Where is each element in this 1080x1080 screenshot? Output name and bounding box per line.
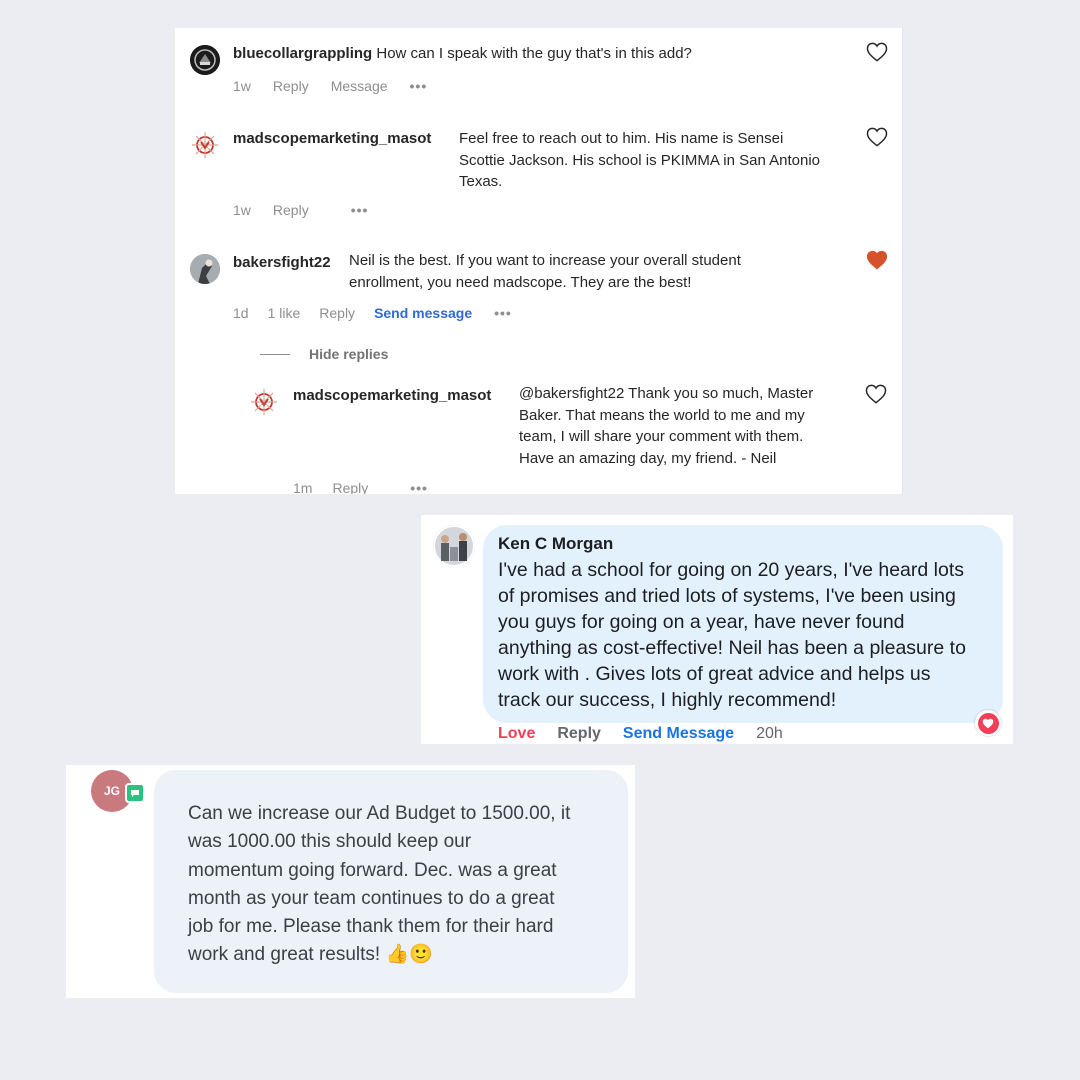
more-options-icon[interactable]: ••• [351,202,369,218]
message-text-line: momentum going forward. Dec. was a great [188,859,557,881]
divider [260,353,290,355]
love-button[interactable]: Love [498,725,535,743]
comment-text-line: enrollment, you need madscope. They are … [349,273,692,291]
timestamp: 1m [293,480,313,494]
comment-text-line: bluecollargrappling How can I speak with… [233,43,853,65]
avatar[interactable] [249,387,279,417]
avatar[interactable] [190,130,220,160]
reply-button[interactable]: Reply [557,725,601,743]
send-message-button[interactable]: Send message [374,305,472,321]
timestamp: 1d [233,305,249,321]
message-text-line: job for me. Please thank them for their … [188,916,554,938]
comment-text-line: you guys for going on a year, have never… [498,611,905,633]
avatar[interactable] [190,254,220,284]
facebook-comment-panel: Ken C Morgan I've had a school for going… [421,515,1013,744]
comment-text: Feel free to reach out to him. His name … [459,128,869,193]
timestamp: 1w [233,202,251,218]
more-options-icon[interactable]: ••• [410,78,428,94]
likes-count[interactable]: 1 like [268,305,301,321]
avatar-initials: JG [103,784,120,798]
comment-text-line: track our success, I highly recommend! [498,689,837,711]
comment-meta: 1w Reply Message ••• [233,78,449,94]
avatar[interactable] [190,45,220,75]
instagram-comments-panel: bluecollargrappling How can I speak with… [175,28,903,494]
reply-button[interactable]: Reply [273,78,309,94]
comment-meta: 1d 1 like Reply Send message ••• [233,305,534,321]
reply-button[interactable]: Reply [332,480,368,494]
message-bubble: Can we increase our Ad Budget to 1500.00… [154,770,628,993]
username[interactable]: madscopemarketing_masot [293,385,491,407]
comment-text-line: Neil is the best. If you want to increas… [349,252,741,269]
comment-text: I've had a school for going on 20 years,… [498,557,998,713]
comment-text-line: team, I will share your comment with the… [519,428,804,445]
send-message-button[interactable]: Send Message [623,725,734,743]
chat-bubble-icon [125,783,145,803]
comment-text-line: anything as cost-effective! Neil has bee… [498,637,966,659]
like-heart-icon[interactable] [865,384,887,404]
message-button[interactable]: Message [331,78,388,94]
hide-replies-toggle[interactable]: Hide replies [260,346,388,362]
comment-text-line: work with . Gives lots of great advice a… [498,663,931,685]
comment-bubble: Ken C Morgan I've had a school for going… [483,525,1003,723]
comment-text-line: Have an amazing day, my friend. - Neil [519,449,777,467]
comment-text-line: I've had a school for going on 20 years,… [498,559,964,581]
comment-meta: 1m Reply ••• [293,480,450,494]
hide-replies-label[interactable]: Hide replies [309,346,388,362]
username[interactable]: bakersfight22 [233,252,331,274]
comment-text: How can I speak with the guy that's in t… [376,45,692,62]
like-heart-icon[interactable] [866,42,888,62]
message-text-line: was 1000.00 this should keep our [188,831,472,853]
liked-heart-icon[interactable] [866,250,888,270]
avatar[interactable] [433,525,475,567]
message-text-line: month as your team continues to do a gre… [188,887,555,909]
more-options-icon[interactable]: ••• [494,305,512,321]
username[interactable]: madscopemarketing_masot [233,128,431,150]
love-reaction-badge[interactable] [975,710,1001,736]
more-options-icon[interactable]: ••• [410,480,428,494]
comment-text: Neil is the best. If you want to increas… [349,250,849,293]
message-text-line: work and great results! 👍🙂 [188,944,433,966]
comment-text-line: Baker. That means the world to me and my [519,406,805,424]
reply-button[interactable]: Reply [273,202,309,218]
message-text: Can we increase our Ad Budget to 1500.00… [188,800,608,970]
comment-actions: Love Reply Send Message 20h [498,725,805,743]
comment-text-line: Feel free to reach out to him. His name … [459,130,784,147]
message-text-line: Can we increase our Ad Budget to 1500.00… [188,803,571,824]
username[interactable]: bluecollargrappling [233,45,372,62]
timestamp: 20h [756,725,783,742]
comment-text-line: Scottie Jackson. His school is PKIMMA in… [459,151,821,169]
comment-meta: 1w Reply ••• [233,202,390,218]
heart-icon [977,712,999,734]
comment-text-line: Texas. [459,173,503,190]
reply-button[interactable]: Reply [319,305,355,321]
comment-text: @bakersfight22 Thank you so much, Master… [519,383,859,469]
like-heart-icon[interactable] [866,127,888,147]
timestamp: 1w [233,78,251,94]
comment-text-line: @bakersfight22 Thank you so much, Master [519,385,814,402]
comment-text-line: of promises and tried lots of systems, I… [498,585,956,607]
commenter-name[interactable]: Ken C Morgan [498,534,613,554]
chat-message-panel: JG Can we increase our Ad Budget to 1500… [66,765,635,998]
